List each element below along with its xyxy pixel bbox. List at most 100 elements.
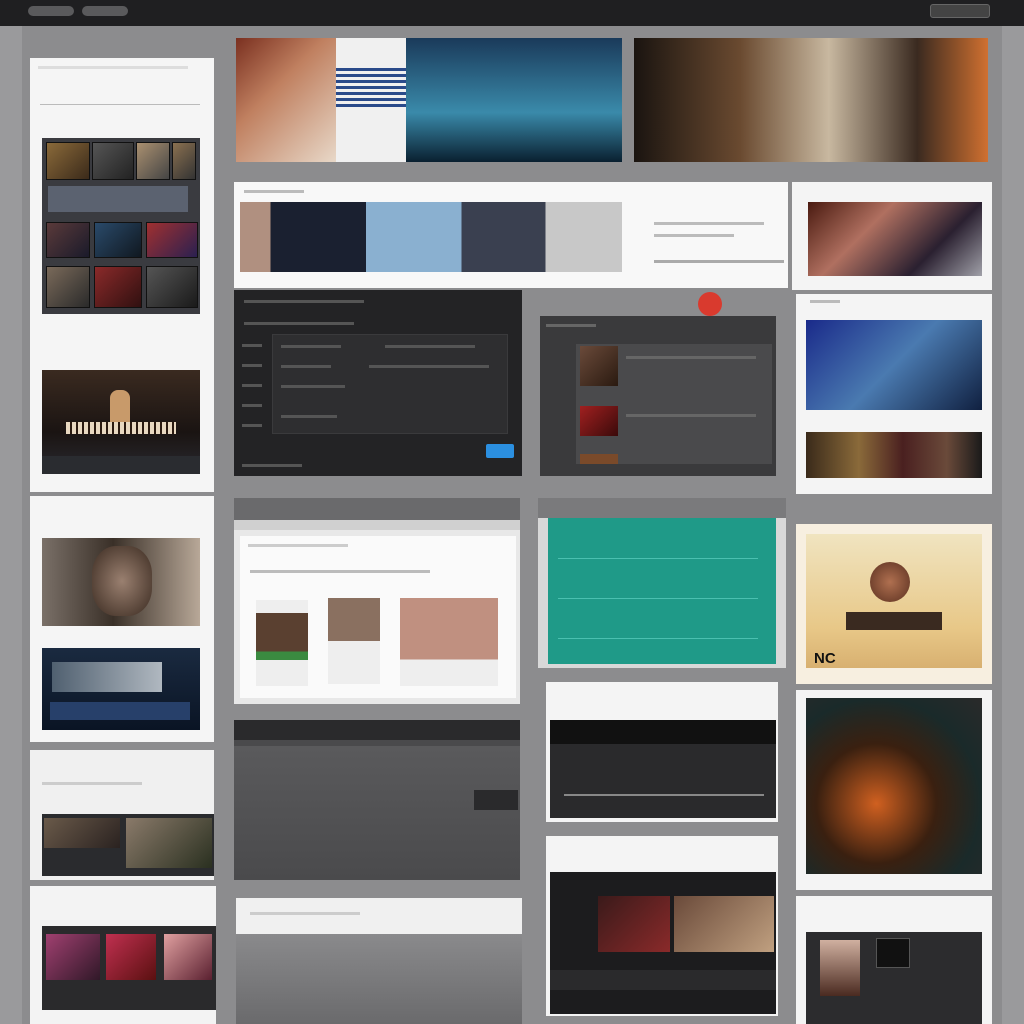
portrait-image[interactable] <box>42 538 200 626</box>
hero-image[interactable] <box>42 370 200 474</box>
featured-images[interactable] <box>240 202 622 272</box>
album-art[interactable] <box>674 896 774 952</box>
controls-bar[interactable] <box>550 970 776 990</box>
thumbnail[interactable] <box>94 222 142 258</box>
right-card-4 <box>796 690 992 890</box>
right-card-2-strip[interactable] <box>806 432 982 478</box>
sidebar-card-4 <box>30 750 214 880</box>
list-item[interactable] <box>281 345 341 348</box>
dark-app-panel-2 <box>540 316 776 476</box>
face-shape <box>92 546 152 616</box>
teal-chart-area[interactable] <box>548 518 776 664</box>
thumbnail[interactable] <box>46 142 90 180</box>
thumbnail[interactable] <box>580 406 618 436</box>
cta-button[interactable] <box>486 444 514 458</box>
caption-strip <box>42 456 200 474</box>
gallery-thumb[interactable] <box>256 600 308 686</box>
right-card-1-image[interactable] <box>808 202 982 276</box>
album-card <box>546 836 778 1016</box>
video-thumbnail[interactable] <box>42 648 200 730</box>
thumbnail[interactable] <box>580 454 618 464</box>
bar <box>626 356 756 359</box>
top-bar <box>0 0 1024 26</box>
thumbnail[interactable] <box>46 222 90 258</box>
promo-big-text: NC <box>814 650 836 667</box>
thumbnail[interactable] <box>146 266 198 308</box>
gallery-content <box>240 536 516 698</box>
side-item[interactable] <box>242 424 262 427</box>
divider <box>40 104 200 105</box>
right-card-3: NC <box>796 524 992 684</box>
thumbnail[interactable] <box>94 266 142 308</box>
blurred-content <box>234 746 520 880</box>
grid-line <box>558 638 758 639</box>
thumbnail[interactable] <box>46 266 90 308</box>
list-item[interactable] <box>281 385 345 388</box>
thumbnail[interactable] <box>44 818 120 848</box>
list-item[interactable] <box>385 345 475 348</box>
list-area <box>272 334 508 434</box>
bar <box>244 190 304 193</box>
thumbnail[interactable] <box>136 142 170 180</box>
right-card-2-image[interactable] <box>806 320 982 410</box>
banner-strip <box>48 186 188 212</box>
bar <box>244 322 354 325</box>
nav-pill-1[interactable] <box>28 6 74 16</box>
thumbnail[interactable] <box>106 934 156 980</box>
thumbnail[interactable] <box>580 346 618 386</box>
progress-track[interactable] <box>564 794 764 796</box>
featured-strip <box>234 182 788 288</box>
sidebar-card-1-bar <box>38 66 188 69</box>
media-row[interactable] <box>42 814 214 876</box>
album-player <box>550 872 776 1014</box>
side-item[interactable] <box>242 364 262 367</box>
nav-pill-2[interactable] <box>82 6 128 16</box>
player-header <box>550 720 776 744</box>
thumbnail[interactable] <box>126 818 212 868</box>
bar <box>250 912 360 915</box>
headline-text <box>336 68 406 108</box>
title-overlay <box>66 422 176 434</box>
sidebar-card-5 <box>30 886 216 1024</box>
player-area[interactable] <box>550 720 776 818</box>
bar <box>654 234 734 237</box>
list-item[interactable] <box>369 365 489 368</box>
bar <box>250 570 430 573</box>
thumbnail[interactable] <box>92 142 134 180</box>
promo-image[interactable]: NC <box>806 534 982 668</box>
hero-banner-left[interactable] <box>236 38 622 162</box>
album-art[interactable] <box>598 896 670 952</box>
thumbnail[interactable] <box>172 142 196 180</box>
scene-image <box>406 38 622 162</box>
side-item[interactable] <box>242 404 262 407</box>
window-titlebar <box>234 720 520 740</box>
record-icon[interactable] <box>698 292 722 316</box>
gallery-thumb[interactable] <box>400 598 498 686</box>
gallery-thumb[interactable] <box>328 598 380 684</box>
thumbnail[interactable] <box>164 934 212 980</box>
list-item[interactable] <box>281 365 331 368</box>
bar <box>654 260 784 263</box>
thumbnail[interactable] <box>146 222 198 258</box>
blurred-button[interactable] <box>474 790 518 810</box>
blurred-window <box>234 720 520 880</box>
thumbnail[interactable] <box>876 938 910 968</box>
bottom-window <box>236 898 522 1024</box>
list-item[interactable] <box>281 415 337 418</box>
caption-bar <box>50 702 190 720</box>
hero-banner-right[interactable] <box>634 38 988 162</box>
bar <box>248 544 348 547</box>
poster-image[interactable] <box>806 698 982 874</box>
thumbnail[interactable] <box>820 940 860 996</box>
media-row <box>42 926 216 1010</box>
side-item[interactable] <box>242 344 262 347</box>
grid-line <box>558 598 758 599</box>
top-right-button[interactable] <box>930 4 990 18</box>
sidebar-card-3 <box>30 496 214 742</box>
figure-shape <box>870 562 910 602</box>
right-card-5-media <box>806 932 982 1024</box>
right-card-2 <box>796 294 992 494</box>
sidebar-card-2 <box>30 334 214 492</box>
side-item[interactable] <box>242 384 262 387</box>
thumbnail[interactable] <box>46 934 100 980</box>
